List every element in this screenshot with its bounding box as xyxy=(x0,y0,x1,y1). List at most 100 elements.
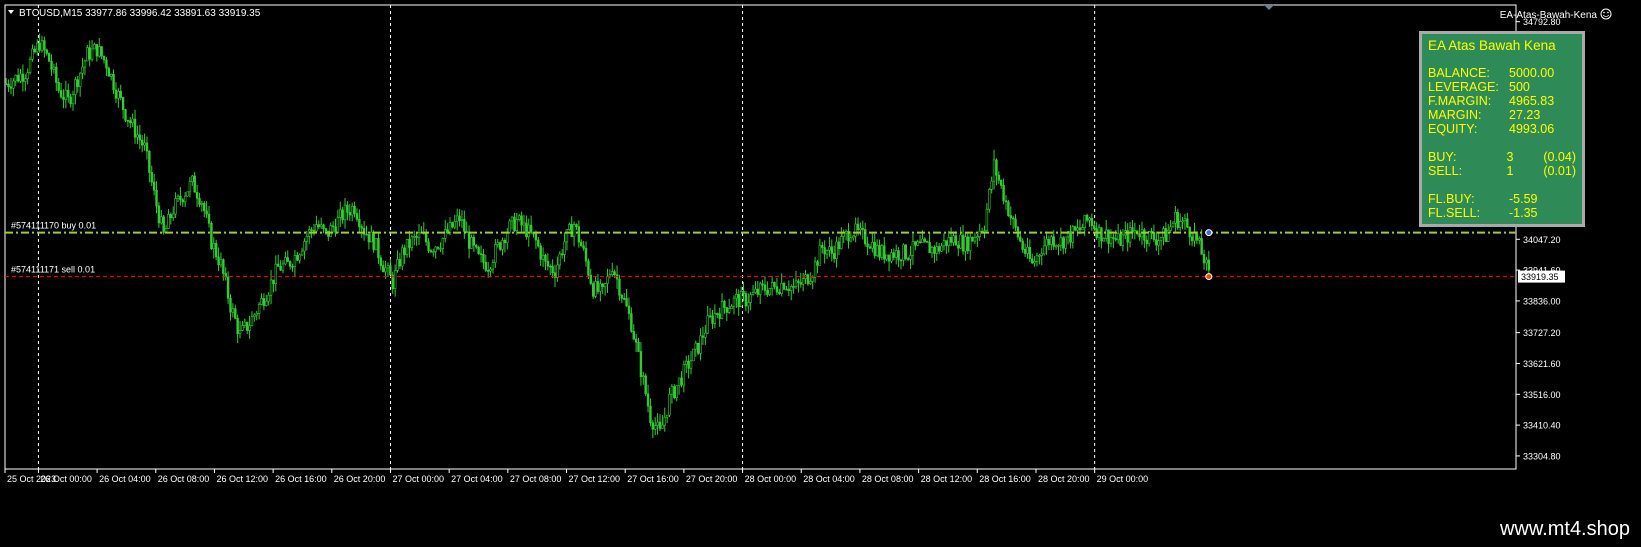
candle-body xyxy=(656,421,659,426)
candle-body xyxy=(62,96,65,100)
candle-body xyxy=(525,222,528,238)
candle-body xyxy=(930,246,934,254)
candle-body xyxy=(623,297,626,300)
candle-body xyxy=(398,259,402,267)
candle-body xyxy=(121,97,125,110)
candle-body xyxy=(673,386,676,399)
candle-body xyxy=(413,236,416,238)
candle-body xyxy=(238,330,242,335)
candle-body xyxy=(878,245,881,258)
candle-body xyxy=(393,270,397,290)
candle-body xyxy=(152,181,156,191)
candle-body xyxy=(78,72,82,87)
candle-body xyxy=(787,288,791,291)
candle-body xyxy=(642,375,645,378)
order-label[interactable]: #574111171 sell 0.01 xyxy=(11,265,95,275)
candle-body xyxy=(534,233,538,241)
candle-body xyxy=(658,421,662,429)
candle-body xyxy=(828,246,831,251)
panel-row-key: SELL: xyxy=(1428,164,1463,178)
candle-body xyxy=(637,341,640,352)
candle-body xyxy=(484,262,488,271)
candle-body xyxy=(229,297,232,313)
candle-body xyxy=(892,252,896,258)
symbol-header[interactable]: BTCUSD,M15 33977.86 33996.42 33891.63 33… xyxy=(8,8,261,19)
candle-body xyxy=(725,307,729,313)
candle-body xyxy=(875,245,879,256)
website-link[interactable]: www.mt4.shop xyxy=(1500,518,1630,541)
candle-body xyxy=(491,262,495,270)
candle-body xyxy=(952,235,955,243)
candle-body xyxy=(198,197,201,205)
candle-body xyxy=(1205,259,1208,264)
candle-body xyxy=(45,49,48,54)
candle-body xyxy=(775,286,779,293)
x-tick-label: 27 Oct 16:00 xyxy=(627,474,679,484)
candle-body xyxy=(675,385,678,399)
candle-body xyxy=(1190,236,1194,242)
candle-body xyxy=(778,291,781,294)
candle-body xyxy=(601,283,604,287)
candle-body xyxy=(86,47,89,62)
candle-body xyxy=(518,215,521,220)
candle-body xyxy=(293,255,297,267)
candle-body xyxy=(448,222,452,233)
candle-body xyxy=(312,230,316,232)
candle-body xyxy=(95,44,99,57)
candle-body xyxy=(859,227,862,231)
candle-body xyxy=(911,241,915,256)
candle-body xyxy=(38,42,41,51)
candle-body xyxy=(429,250,433,253)
candle-body xyxy=(627,305,631,314)
order-label[interactable]: #574111170 buy 0.01 xyxy=(11,221,96,231)
candle-body xyxy=(510,216,514,222)
y-tick-label: 33836.00 xyxy=(1523,296,1561,306)
price-chart[interactable]: #574111170 buy 0.01#574111171 sell 0.01 … xyxy=(0,0,1641,514)
candle-body xyxy=(305,235,309,242)
candle-body xyxy=(854,223,857,237)
candle-body xyxy=(537,239,540,247)
candle-body xyxy=(897,250,900,261)
candle-body xyxy=(405,239,409,255)
x-tick-label: 27 Oct 12:00 xyxy=(569,474,621,484)
candle-body xyxy=(341,209,344,221)
candle-body xyxy=(739,291,743,307)
candle-body xyxy=(16,74,20,82)
candle-body xyxy=(961,234,965,252)
candle-body xyxy=(455,215,459,222)
ea-label[interactable]: EA-Atas-Bawah-Kena xyxy=(1500,8,1612,21)
x-tick-label: 26 Oct 00:00 xyxy=(40,474,92,484)
candle-body xyxy=(188,181,192,193)
candle-body xyxy=(985,208,989,231)
candle-body xyxy=(677,377,681,386)
candle-body xyxy=(1042,245,1046,255)
candle-body xyxy=(809,281,812,285)
candle-body xyxy=(117,90,120,99)
candle-body xyxy=(90,48,94,60)
candle-body xyxy=(880,245,884,258)
candle-body xyxy=(549,265,552,268)
panel-row-positions: SELL: 1 (0.01) xyxy=(1428,164,1576,178)
candle-body xyxy=(303,241,306,252)
candle-body xyxy=(317,224,320,228)
candle-body xyxy=(663,416,666,426)
candle-body xyxy=(844,230,848,234)
candle-body xyxy=(324,228,328,232)
candle-body xyxy=(835,241,838,259)
symbol-ohlc-text: BTCUSD,M15 33977.86 33996.42 33891.63 33… xyxy=(19,8,261,19)
candle-body xyxy=(921,238,924,243)
candle-body xyxy=(611,271,614,275)
panel-row-rows: MARGIN: 27.23 xyxy=(1428,108,1576,122)
candle-body xyxy=(210,223,213,249)
candle-body xyxy=(1064,236,1067,249)
candle-body xyxy=(131,118,134,124)
candle-body xyxy=(599,283,602,292)
candle-body xyxy=(632,331,635,340)
candle-body xyxy=(701,335,705,338)
candle-body xyxy=(365,233,368,236)
x-tick-label: 28 Oct 00:00 xyxy=(745,474,797,484)
panel-spacer xyxy=(1428,178,1576,192)
candle-body xyxy=(840,236,843,250)
candle-body xyxy=(577,226,581,243)
candle-body xyxy=(444,229,447,239)
